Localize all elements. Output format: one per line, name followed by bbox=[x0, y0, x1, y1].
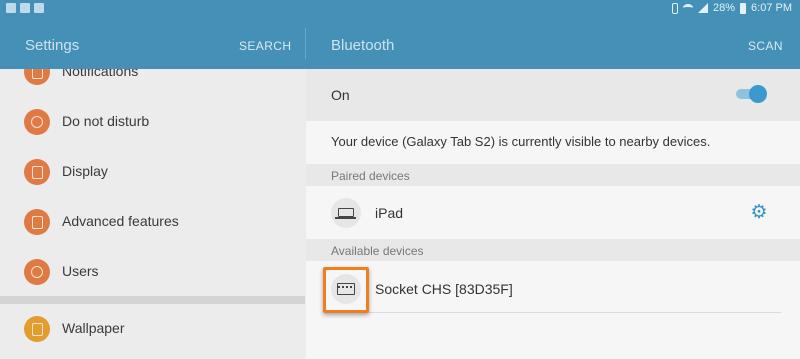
header-divider bbox=[305, 28, 306, 59]
menu-item-users[interactable]: Users bbox=[0, 247, 305, 297]
paired-device-ipad[interactable]: iPad ⚙ bbox=[306, 190, 800, 235]
device-name: Socket CHS [83D35F] bbox=[375, 281, 513, 297]
wallpaper-icon bbox=[24, 316, 50, 342]
clock: 6:07 PM bbox=[751, 2, 792, 14]
users-icon bbox=[24, 259, 50, 285]
menu-item-label: Display bbox=[62, 163, 108, 179]
bluetooth-toggle[interactable] bbox=[736, 85, 768, 103]
notifications-icon bbox=[24, 69, 50, 85]
bluetooth-title: Bluetooth bbox=[331, 37, 395, 54]
status-bar: 28% 6:07 PM bbox=[0, 0, 800, 18]
bluetooth-status-icon bbox=[672, 2, 678, 14]
settings-title: Settings bbox=[25, 37, 80, 54]
paired-devices-header: Paired devices bbox=[306, 164, 800, 186]
menu-item-display[interactable]: Display bbox=[0, 147, 305, 197]
app-bar: Settings SEARCH Bluetooth SCAN bbox=[0, 18, 800, 69]
available-devices-header: Available devices bbox=[306, 239, 800, 261]
status-indicators: 28% 6:07 PM bbox=[672, 2, 792, 14]
advanced-features-icon bbox=[24, 209, 50, 235]
gallery-notification-icon bbox=[6, 3, 16, 13]
bluetooth-panel: On Your device (Galaxy Tab S2) is curren… bbox=[306, 69, 800, 359]
available-device-socket[interactable]: Socket CHS [83D35F] bbox=[306, 266, 800, 311]
toggle-knob bbox=[749, 85, 767, 103]
settings-menu: Notifications Do not disturb Display Adv… bbox=[0, 69, 305, 359]
search-button[interactable]: SEARCH bbox=[239, 39, 291, 53]
toggle-label: On bbox=[331, 87, 350, 103]
device-name: iPad bbox=[375, 205, 404, 221]
battery-percent: 28% bbox=[713, 2, 736, 14]
section-divider bbox=[0, 296, 305, 304]
menu-item-do-not-disturb[interactable]: Do not disturb bbox=[0, 97, 305, 147]
notification-icons bbox=[6, 3, 44, 13]
highlight-box bbox=[323, 267, 369, 313]
menu-item-wallpaper[interactable]: Wallpaper bbox=[0, 304, 305, 354]
visibility-message: Your device (Galaxy Tab S2) is currently… bbox=[331, 134, 711, 149]
menu-item-notifications[interactable]: Notifications bbox=[0, 69, 305, 97]
menu-item-label: Notifications bbox=[62, 69, 139, 79]
bluetooth-toggle-row[interactable]: On bbox=[306, 69, 800, 121]
screenshot-notification-icon bbox=[34, 3, 44, 13]
display-icon bbox=[24, 159, 50, 185]
menu-item-advanced-features[interactable]: Advanced features bbox=[0, 197, 305, 247]
gear-icon[interactable]: ⚙ bbox=[750, 203, 768, 222]
wifi-icon bbox=[683, 4, 693, 12]
paired-devices-label: Paired devices bbox=[331, 169, 410, 183]
battery-icon bbox=[740, 2, 747, 14]
signal-icon bbox=[698, 3, 708, 13]
image-notification-icon bbox=[20, 3, 30, 13]
scan-button[interactable]: SCAN bbox=[748, 39, 783, 53]
menu-item-label: Advanced features bbox=[62, 213, 179, 229]
menu-item-label: Do not disturb bbox=[62, 113, 150, 129]
device-icon-circle bbox=[331, 198, 361, 228]
laptop-icon bbox=[335, 208, 356, 219]
menu-item-label: Users bbox=[62, 263, 99, 279]
available-devices-label: Available devices bbox=[331, 244, 424, 258]
do-not-disturb-icon bbox=[24, 109, 50, 135]
row-divider bbox=[331, 312, 781, 313]
menu-item-label: Wallpaper bbox=[62, 320, 125, 336]
